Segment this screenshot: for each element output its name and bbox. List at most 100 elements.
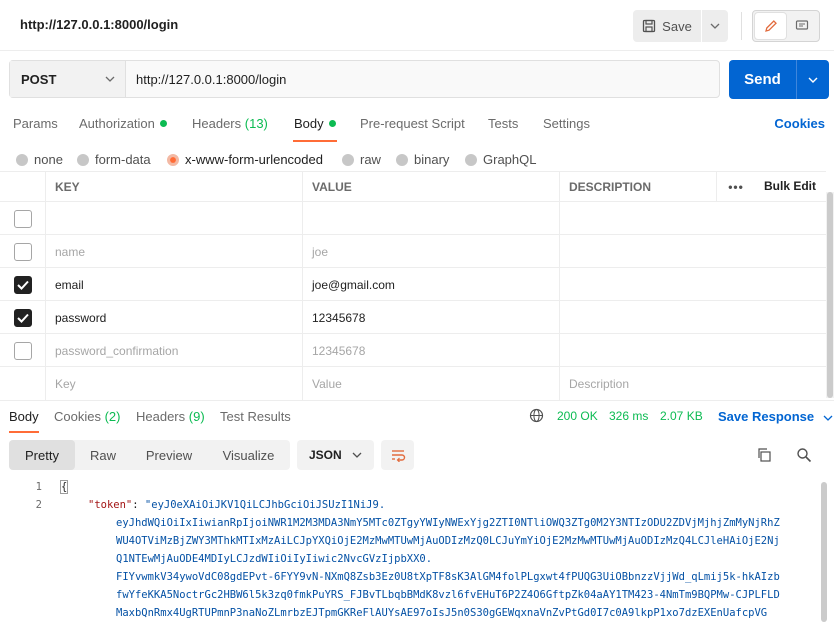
radio-form-data[interactable]: form-data (77, 152, 151, 167)
tab-body[interactable]: Body (294, 116, 336, 131)
radio-x-www-form-urlencoded[interactable]: x-www-form-urlencoded (167, 152, 323, 167)
save-dropdown-button[interactable] (701, 10, 728, 42)
globe-icon[interactable] (529, 408, 544, 426)
open-brace: { (61, 481, 68, 493)
response-tab-headers[interactable]: Headers (9) (136, 409, 205, 424)
save-response-button[interactable]: Save Response (718, 409, 833, 424)
table-row: password 12345678 (0, 301, 826, 334)
radio-label: x-www-form-urlencoded (185, 152, 323, 167)
response-tab-headers-count: (9) (188, 409, 205, 424)
row-description[interactable] (560, 202, 826, 235)
documentation-mode-button[interactable] (786, 13, 817, 39)
params-scrollbar[interactable] (826, 192, 834, 398)
wrap-lines-button[interactable] (381, 440, 414, 470)
code-wrapped-line: FIYvwmkV34ywoVdC08gdEPvt-6FYY9vN-NXmQ8Zs… (116, 571, 780, 583)
code-wrapped-line: eyJhdWQiOiIxIiwianRpIjoiNWR1M2M3MDA3NmY5… (116, 517, 780, 529)
header-check-cell (0, 172, 46, 202)
view-visualize[interactable]: Visualize (207, 440, 290, 470)
code-wrapped-line: WU4OTViMzBjZWY3MThkMTIxMzAiLCJpYXQiOjE2M… (116, 535, 780, 547)
response-tab-cookies[interactable]: Cookies (2) (54, 409, 120, 424)
tab-authorization[interactable]: Authorization (79, 116, 167, 131)
radio-label: raw (360, 152, 381, 167)
response-scrollbar[interactable] (820, 480, 828, 622)
send-button[interactable]: Send (729, 60, 796, 99)
format-select[interactable]: JSON (297, 440, 374, 470)
save-button[interactable]: Save (633, 10, 701, 42)
tab-tests[interactable]: Tests (488, 116, 518, 131)
send-group: Send (729, 60, 829, 99)
copy-button[interactable] (756, 447, 772, 466)
row-value[interactable] (303, 202, 560, 235)
copy-icon (758, 448, 771, 462)
response-tab-headers-label: Headers (136, 409, 186, 424)
row-key[interactable]: password_confirmation (46, 334, 303, 367)
row-checkbox[interactable] (13, 341, 32, 360)
tab-params[interactable]: Params (13, 116, 58, 131)
chevron-down-icon (823, 415, 833, 421)
table-row-new: Key Value Description (0, 367, 826, 400)
radio-circle (465, 153, 477, 166)
response-time[interactable]: 326 ms (609, 409, 648, 423)
response-body-editor[interactable]: 1 2 { "token": "eyJ0eXAiOiJKV1QiLCJhbGci… (0, 478, 820, 622)
row-value[interactable]: joe@gmail.com (303, 268, 560, 301)
search-button[interactable] (796, 447, 812, 466)
new-value-input[interactable]: Value (303, 367, 560, 400)
new-key-input[interactable]: Key (46, 367, 303, 400)
view-pretty[interactable]: Pretty (9, 440, 75, 470)
search-icon (797, 448, 812, 463)
radio-circle (396, 153, 408, 166)
row-description[interactable] (560, 268, 826, 301)
row-key[interactable]: name (46, 235, 303, 268)
tab-headers[interactable]: Headers (13) (192, 116, 268, 131)
url-input[interactable] (126, 61, 719, 97)
row-key[interactable]: password (46, 301, 303, 334)
table-row: name joe (0, 235, 826, 268)
view-raw[interactable]: Raw (75, 440, 131, 470)
json-separator: : (132, 499, 145, 511)
row-value[interactable]: 12345678 (303, 301, 560, 334)
more-options-button[interactable]: ••• (716, 172, 755, 202)
view-preview[interactable]: Preview (131, 440, 207, 470)
table-row (0, 202, 826, 235)
method-select[interactable]: POST (10, 61, 126, 97)
save-icon (642, 19, 656, 33)
row-checkbox[interactable] (13, 275, 32, 294)
row-checkbox[interactable] (13, 242, 32, 261)
request-title[interactable]: http://127.0.0.1:8000/login (20, 17, 178, 32)
radio-none[interactable]: none (16, 152, 63, 167)
row-description[interactable] (560, 301, 826, 334)
code-wrapped-line: Q1NTEwMjAuODE4MDIyLCJzdWIiOiIyIiwic2NvcG… (116, 553, 433, 565)
response-tab-test-results[interactable]: Test Results (220, 409, 291, 424)
json-value: "eyJ0eXAiOiJKV1QiLCJhbGciOiJSUzI1NiJ9. (144, 499, 386, 511)
row-key[interactable] (46, 202, 303, 235)
code-line: { (61, 478, 820, 496)
pencil-icon (764, 20, 777, 32)
row-checkbox[interactable] (13, 308, 32, 327)
request-tabs: Params Authorization Headers (13) Body P… (0, 108, 834, 142)
row-value[interactable]: joe (303, 235, 560, 268)
send-dropdown-button[interactable] (796, 60, 829, 99)
radio-label: GraphQL (483, 152, 537, 167)
status-code[interactable]: 200 OK (557, 409, 598, 423)
tab-pre-request-script[interactable]: Pre-request Script (360, 116, 465, 131)
scrollbar-thumb[interactable] (827, 192, 833, 398)
response-size[interactable]: 2.07 KB (660, 409, 703, 423)
edit-mode-button[interactable] (755, 13, 786, 39)
tab-settings[interactable]: Settings (543, 116, 590, 131)
cookies-link[interactable]: Cookies (774, 116, 825, 131)
new-description-input[interactable]: Description (560, 367, 826, 400)
scrollbar-thumb[interactable] (821, 482, 827, 622)
bulk-edit-button[interactable]: Bulk Edit (764, 179, 816, 193)
row-key[interactable]: email (46, 268, 303, 301)
response-tab-body[interactable]: Body (9, 409, 39, 424)
row-description[interactable] (560, 334, 826, 367)
row-checkbox[interactable] (13, 209, 32, 228)
radio-raw[interactable]: raw (342, 152, 381, 167)
chevron-down-icon (808, 77, 818, 83)
radio-graphql[interactable]: GraphQL (465, 152, 536, 167)
toolbar-divider (741, 12, 742, 40)
row-description[interactable] (560, 235, 826, 268)
row-value[interactable]: 12345678 (303, 334, 560, 367)
radio-binary[interactable]: binary (396, 152, 449, 167)
radio-circle (342, 153, 354, 166)
